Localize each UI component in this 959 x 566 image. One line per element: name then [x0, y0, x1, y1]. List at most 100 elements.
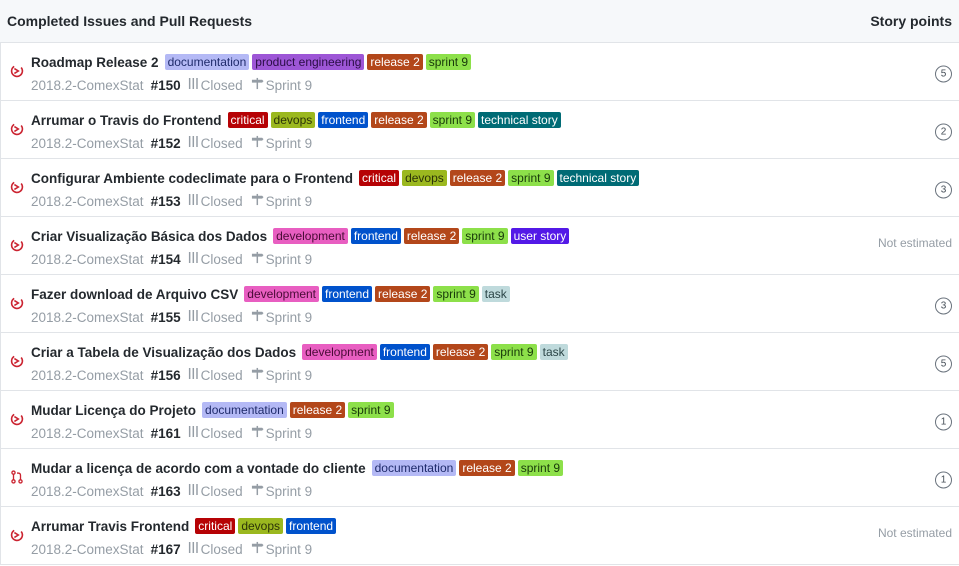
issue-closed-icon: [10, 296, 24, 310]
issue-title-line: Fazer download de Arquivo CSV development…: [31, 284, 513, 304]
issue-meta-line: 2018.2-ComexStat #150 Closed Sprint 9: [31, 77, 312, 93]
milestone-name[interactable]: Sprint 9: [266, 194, 313, 209]
milestone-name[interactable]: Sprint 9: [266, 136, 313, 151]
issue-title[interactable]: Roadmap Release 2: [31, 55, 159, 70]
issue-label[interactable]: release 2: [459, 460, 515, 476]
issue-label[interactable]: frontend: [350, 228, 401, 244]
issue-row[interactable]: Configurar Ambiente codeclimate para o F…: [1, 159, 959, 217]
issue-row[interactable]: Arrumar Travis Frontend critical devops fro…: [1, 507, 959, 565]
repo-name[interactable]: 2018.2-ComexStat: [31, 426, 144, 441]
issue-number[interactable]: #153: [151, 194, 181, 209]
milestone-icon: [251, 77, 264, 93]
issue-label[interactable]: release 2: [367, 54, 423, 70]
issue-label[interactable]: release 2: [432, 344, 489, 360]
repo-name[interactable]: 2018.2-ComexStat: [31, 136, 144, 151]
issue-meta-line: 2018.2-ComexStat #163 Closed Sprint 9: [31, 483, 312, 499]
issue-title[interactable]: Mudar Licença do Projeto: [31, 403, 196, 418]
milestone-icon: [251, 425, 264, 441]
issue-label[interactable]: frontend: [322, 286, 373, 302]
issue-label[interactable]: user story: [510, 228, 570, 244]
issue-row[interactable]: Roadmap Release 2 documentation product en…: [1, 43, 959, 101]
issue-title[interactable]: Configurar Ambiente codeclimate para o F…: [31, 171, 353, 186]
issue-label[interactable]: frontend: [286, 518, 337, 534]
issue-label[interactable]: release 2: [403, 228, 460, 244]
issue-label[interactable]: devops: [238, 518, 284, 534]
issue-label[interactable]: frontend: [318, 112, 369, 128]
milestone-name[interactable]: Sprint 9: [266, 78, 313, 93]
repo-name[interactable]: 2018.2-ComexStat: [31, 484, 144, 499]
repo-name[interactable]: 2018.2-ComexStat: [31, 310, 144, 325]
issue-state: Closed: [200, 483, 243, 499]
issue-title[interactable]: Mudar a licença de acordo com a vontade …: [31, 461, 366, 476]
milestone-name[interactable]: Sprint 9: [266, 426, 313, 441]
issue-label[interactable]: critical: [359, 170, 400, 186]
issue-label[interactable]: critical: [227, 112, 268, 128]
milestone-name[interactable]: Sprint 9: [266, 310, 313, 325]
repo-name[interactable]: 2018.2-ComexStat: [31, 252, 144, 267]
issue-label[interactable]: devops: [402, 170, 447, 186]
issue-label[interactable]: documentation: [202, 402, 287, 418]
issue-label[interactable]: sprint 9: [491, 344, 537, 360]
issue-label[interactable]: sprint 9: [462, 228, 508, 244]
issue-label[interactable]: release 2: [375, 286, 431, 302]
repo-name[interactable]: 2018.2-ComexStat: [31, 542, 144, 557]
repo-name[interactable]: 2018.2-ComexStat: [31, 368, 144, 383]
issue-row[interactable]: Criar a Tabela de Visualização dos Dados…: [1, 333, 959, 391]
milestone-name[interactable]: Sprint 9: [266, 252, 313, 267]
issue-label[interactable]: release 2: [449, 170, 506, 186]
issue-label[interactable]: development: [302, 344, 377, 360]
issue-number[interactable]: #155: [151, 310, 181, 325]
repo-name[interactable]: 2018.2-ComexStat: [31, 78, 144, 93]
issue-state: Closed: [200, 367, 243, 383]
issue-title[interactable]: Criar a Tabela de Visualização dos Dados: [31, 345, 296, 360]
issue-label[interactable]: technical story: [556, 170, 640, 186]
issue-label[interactable]: sprint 9: [348, 402, 394, 418]
issue-label[interactable]: documentation: [164, 54, 250, 70]
issue-row[interactable]: Mudar a licença de acordo com a vontade …: [1, 449, 959, 507]
issue-label[interactable]: sprint 9: [433, 286, 479, 302]
issue-label[interactable]: technical story: [478, 112, 561, 128]
issue-label[interactable]: task: [481, 286, 510, 302]
repo-name[interactable]: 2018.2-ComexStat: [31, 194, 144, 209]
story-points-badge: 3: [935, 297, 952, 315]
issue-label[interactable]: development: [273, 228, 348, 244]
issue-label[interactable]: frontend: [379, 344, 430, 360]
issue-label[interactable]: task: [539, 344, 568, 360]
issue-row[interactable]: Arrumar o Travis do Frontend critical devo…: [1, 101, 959, 159]
issue-label[interactable]: release 2: [289, 402, 346, 418]
milestone-name[interactable]: Sprint 9: [266, 368, 313, 383]
issue-title[interactable]: Criar Visualização Básica dos Dados: [31, 229, 267, 244]
milestone-name[interactable]: Sprint 9: [266, 484, 313, 499]
issue-title[interactable]: Arrumar Travis Frontend: [31, 519, 189, 534]
issue-number[interactable]: #156: [151, 368, 181, 383]
issue-label[interactable]: sprint 9: [429, 112, 476, 128]
issue-title[interactable]: Arrumar o Travis do Frontend: [31, 113, 222, 128]
issue-label[interactable]: devops: [270, 112, 316, 128]
issue-label[interactable]: development: [244, 286, 319, 302]
milestone-name[interactable]: Sprint 9: [266, 542, 313, 557]
issue-meta-line: 2018.2-ComexStat #153 Closed Sprint 9: [31, 193, 312, 209]
issue-number[interactable]: #163: [151, 484, 181, 499]
issue-row[interactable]: Fazer download de Arquivo CSV development…: [1, 275, 959, 333]
issue-row[interactable]: Mudar Licença do Projeto documentation rel…: [1, 391, 959, 449]
issue-label[interactable]: sprint 9: [425, 54, 472, 70]
closed-state-icon: [188, 309, 199, 325]
issue-number[interactable]: #154: [151, 252, 181, 267]
milestone-icon: [251, 483, 264, 499]
issue-number[interactable]: #161: [151, 426, 181, 441]
issue-label[interactable]: product engineering: [252, 54, 365, 70]
closed-state-icon: [188, 367, 199, 383]
issue-number[interactable]: #152: [151, 136, 181, 151]
issue-label[interactable]: documentation: [371, 460, 457, 476]
issue-number[interactable]: #150: [151, 78, 181, 93]
issue-state: Closed: [200, 309, 243, 325]
issue-number[interactable]: #167: [151, 542, 181, 557]
issue-label[interactable]: release 2: [371, 112, 427, 128]
issue-label[interactable]: sprint 9: [517, 460, 564, 476]
issue-label[interactable]: critical: [195, 518, 236, 534]
completed-issues-panel: Completed Issues and Pull Requests Story…: [0, 0, 959, 566]
issue-title[interactable]: Fazer download de Arquivo CSV: [31, 287, 238, 302]
issue-title-line: Criar Visualização Básica dos Dados devel…: [31, 226, 572, 246]
issue-label[interactable]: sprint 9: [508, 170, 554, 186]
issue-row[interactable]: Criar Visualização Básica dos Dados devel…: [1, 217, 959, 275]
